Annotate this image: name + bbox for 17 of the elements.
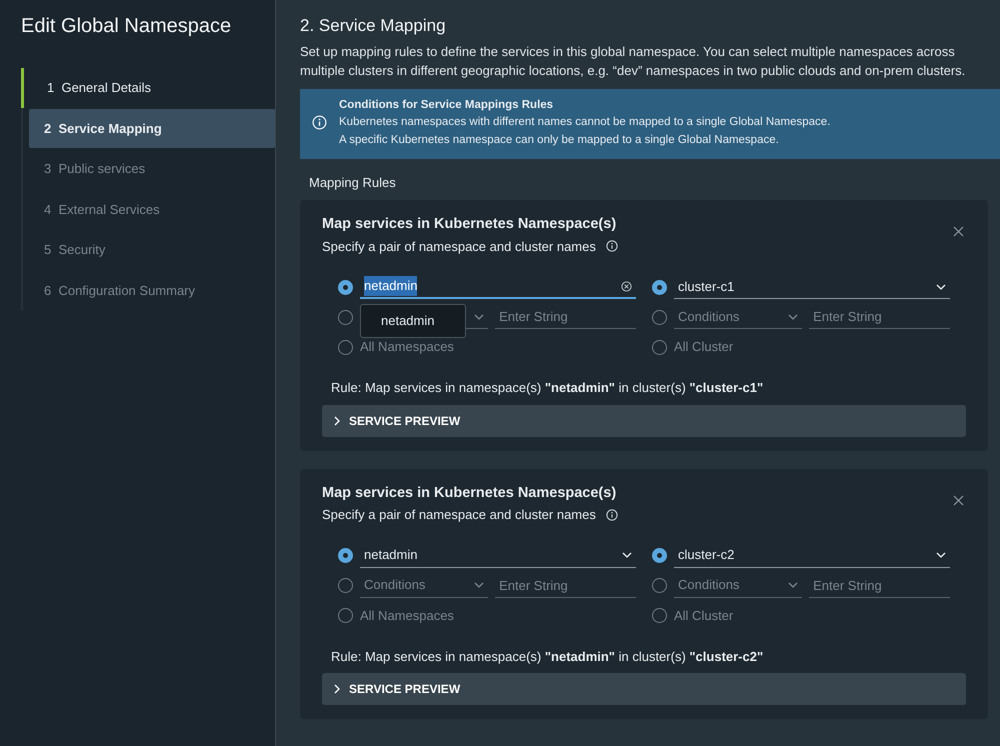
alert-text: A specific Kubernetes namespace can only be mapped to a single Global Namespace. (339, 132, 780, 148)
rule-text: Rule: Map services in namespace(s) "netadmin" in cluster(s) "cluster-c1" (331, 379, 764, 398)
description-text: Set up mapping rules to define the services in this global namespace. You can select multiple namespaces across multiple clusters in different geographic locations, e.g. “dev” namespaces in two public clouds and on-prem clusters. (300, 43, 966, 80)
option-label: All Namespaces (360, 606, 454, 625)
card-title: Map services in Kubernetes Namespace(s) (322, 484, 616, 502)
page-heading: 2. Service Mapping (300, 16, 447, 36)
alert-title: Conditions for Service Mappings Rules (339, 98, 554, 114)
alert-text: Kubernetes namespaces with different names cannot be mapped to a single Global Namespace. (339, 115, 830, 130)
card-title: Map services in Kubernetes Namespace(s) (322, 216, 616, 234)
section-label: Mapping Rules (308, 174, 397, 192)
option-label: All Cluster (674, 338, 734, 356)
option-label: All Cluster (674, 606, 734, 625)
card-subtitle: Specify a pair of namespace and cluster names (322, 238, 596, 256)
card-subtitle: Specify a pair of namespace and cluster names (322, 506, 596, 524)
sidebar-title: Edit Global Namespace (20, 14, 232, 39)
option-label: All Namespaces (360, 338, 454, 356)
rule-text: Rule: Map services in namespace(s) "netadmin" in cluster(s) "cluster-c2" (331, 648, 764, 666)
